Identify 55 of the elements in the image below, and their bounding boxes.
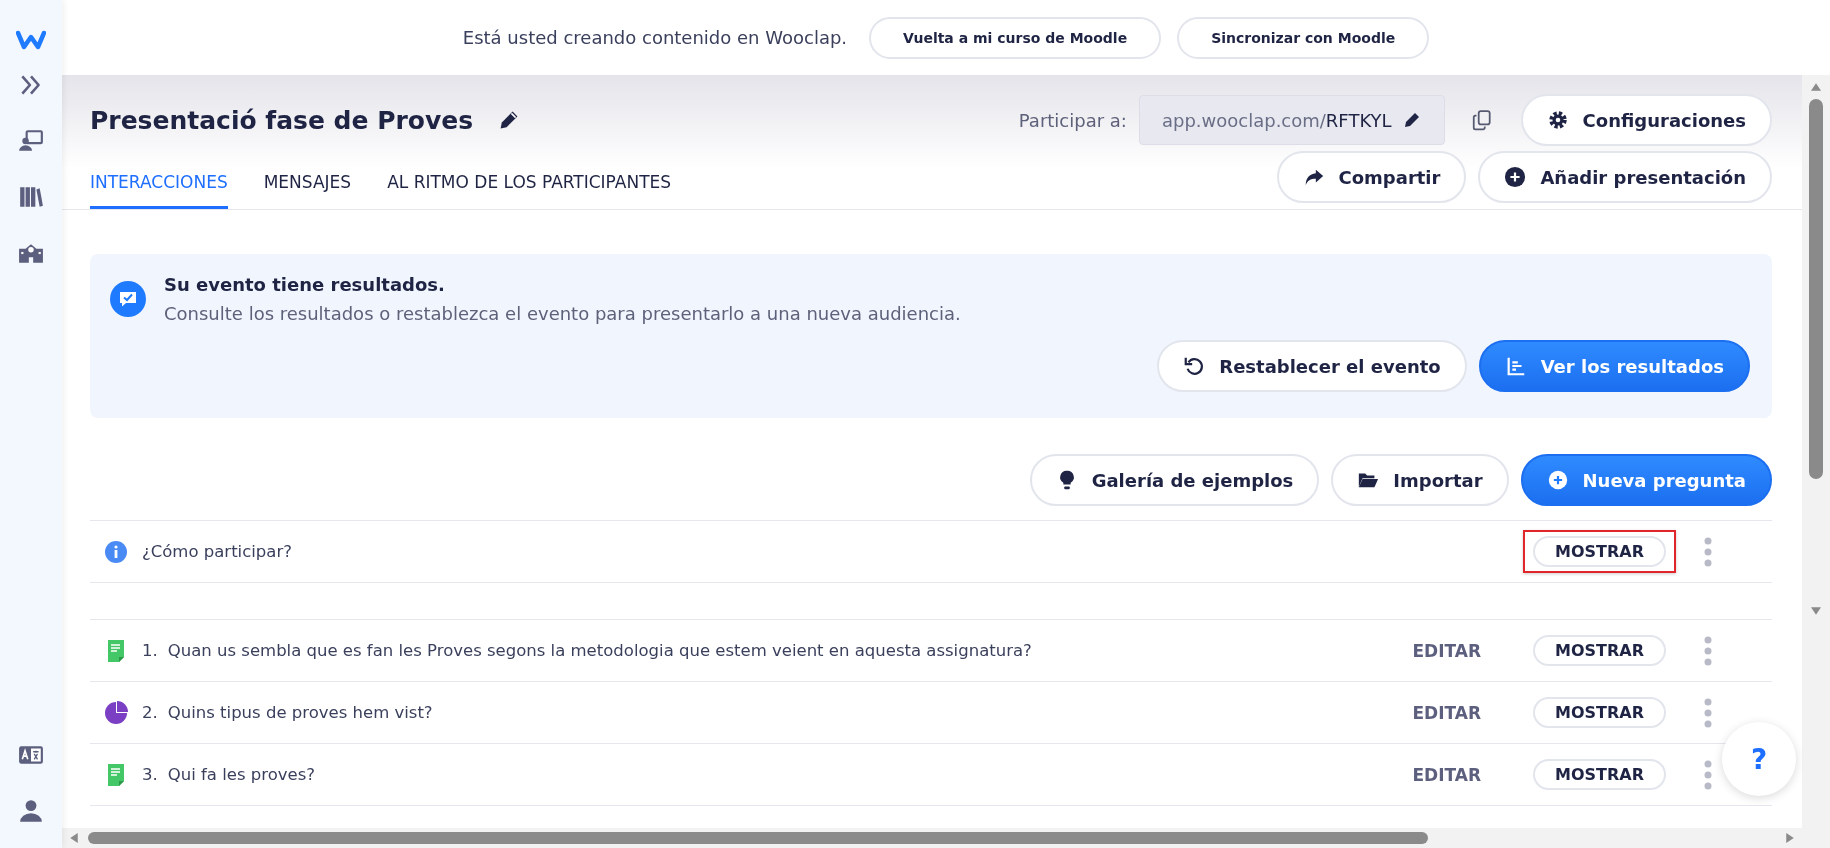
example-gallery-button[interactable]: Galería de ejemplos — [1029, 454, 1320, 506]
scroll-down-icon[interactable] — [1811, 607, 1821, 615]
add-presentation-button[interactable]: Añadir presentación — [1478, 151, 1772, 203]
more-options-icon[interactable] — [1704, 536, 1712, 567]
show-button[interactable]: MOSTRAR — [1533, 635, 1666, 666]
plus-circle-icon — [1504, 166, 1527, 188]
sync-button[interactable]: Sincronizar con Moodle — [1177, 16, 1430, 59]
back-to-course-button[interactable]: Vuelta a mi curso de Moodle — [869, 16, 1162, 59]
pie-chart-icon — [104, 700, 128, 725]
question-number: 3. — [142, 765, 158, 784]
question-title: Quan us sembla que es fan les Proves segons la metodologia que estem veient en aquesta assignatura? — [167, 641, 1032, 660]
edit-button[interactable]: EDITAR — [1406, 639, 1487, 662]
more-options-icon[interactable] — [1704, 635, 1712, 666]
event-link-field[interactable]: app.wooclap.com/RFTKYL — [1138, 95, 1445, 145]
user-icon[interactable] — [18, 798, 44, 824]
tab[interactable]: MENSAJES — [263, 160, 352, 209]
notice-text: Consulte los resultados o restablezca el evento para presentarlo a una nueva audiencia. — [164, 303, 961, 324]
edit-button[interactable]: EDITAR — [1406, 763, 1487, 786]
view-results-button[interactable]: Ver los resultados — [1478, 340, 1750, 392]
scroll-right-icon[interactable] — [1786, 833, 1794, 843]
plus-circle-icon — [1546, 469, 1569, 491]
question-title: Qui fa les proves? — [167, 765, 316, 784]
reset-event-button[interactable]: Restablecer el evento — [1157, 340, 1467, 392]
info-icon — [104, 539, 128, 564]
notice-title: Su evento tiene resultados. — [164, 274, 446, 295]
question-title: Quins tipus de proves hem vist? — [167, 703, 433, 722]
participate-label: Participar a: — [1018, 109, 1127, 131]
new-question-button[interactable]: Nueva pregunta — [1520, 454, 1772, 506]
tab[interactable]: AL RITMO DE LOS PARTICIPANTES — [387, 160, 672, 209]
presenter-icon[interactable] — [18, 128, 44, 154]
scroll-up-icon[interactable] — [1811, 83, 1821, 91]
show-button[interactable]: MOSTRAR — [1533, 536, 1666, 567]
show-button[interactable]: MOSTRAR — [1533, 759, 1666, 790]
chat-check-icon — [110, 281, 146, 317]
tab[interactable]: INTERACCIONES — [90, 160, 228, 209]
import-button[interactable]: Importar — [1331, 454, 1509, 506]
settings-button[interactable]: Configuraciones — [1520, 94, 1772, 146]
more-options-icon[interactable] — [1704, 697, 1712, 728]
question-number: 1. — [142, 641, 158, 660]
scroll-left-icon[interactable] — [70, 833, 78, 843]
more-options-icon[interactable] — [1704, 759, 1712, 790]
show-button[interactable]: MOSTRAR — [1533, 697, 1666, 728]
edit-button[interactable]: EDITAR — [1406, 701, 1487, 724]
settings-icon — [1546, 109, 1569, 131]
info-message: Está usted creando contenido en Wooclap. — [462, 27, 848, 48]
copy-icon[interactable] — [1470, 109, 1493, 131]
item-title: ¿Cómo participar? — [142, 542, 292, 561]
presentation-title: Presentació fase de Proves — [90, 105, 474, 135]
question-number: 2. — [142, 703, 158, 722]
horizontal-scrollbar[interactable] — [62, 828, 1830, 848]
vertical-scrollbar[interactable] — [1802, 75, 1830, 828]
share-button[interactable]: Compartir — [1276, 151, 1467, 203]
undo-icon — [1183, 355, 1206, 377]
logo-icon[interactable] — [16, 30, 46, 50]
books-icon[interactable] — [18, 184, 44, 210]
